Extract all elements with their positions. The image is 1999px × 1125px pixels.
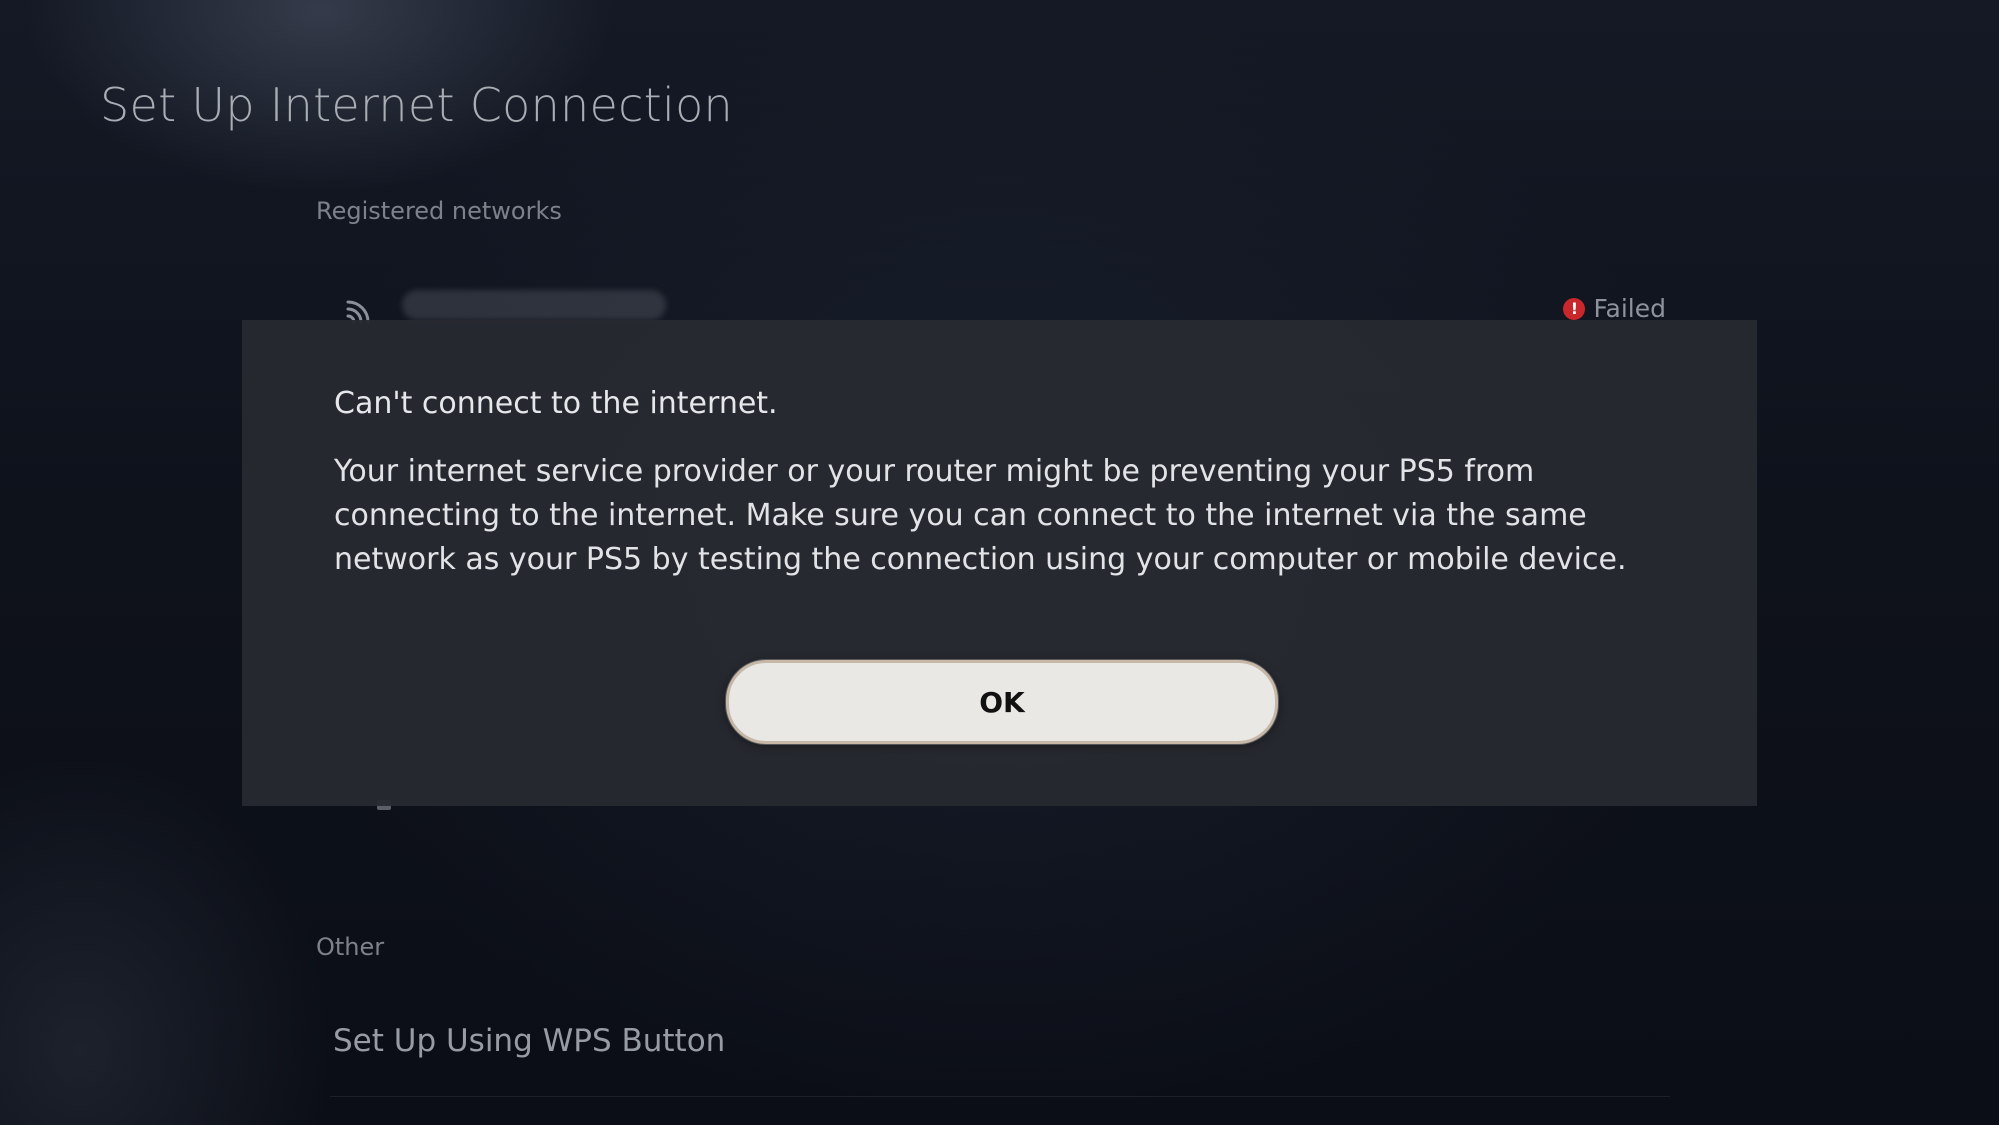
registered-networks-label: Registered networks	[316, 197, 562, 225]
dialog-message: Your internet service provider or your r…	[334, 454, 1627, 577]
other-label: Other	[316, 933, 385, 961]
error-dialog: Can't connect to the internet. Your inte…	[242, 320, 1757, 806]
page-title: Set Up Internet Connection	[100, 78, 733, 132]
error-icon: !	[1563, 297, 1586, 320]
wps-setup-item[interactable]: Set Up Using WPS Button	[333, 1023, 725, 1059]
dialog-title: Can't connect to the internet.	[334, 386, 778, 421]
divider	[330, 1096, 1670, 1097]
connection-status: ! Failed	[1563, 294, 1666, 323]
network-name-redacted	[402, 290, 666, 320]
ok-button[interactable]: OK	[726, 660, 1278, 744]
status-text: Failed	[1593, 294, 1666, 323]
